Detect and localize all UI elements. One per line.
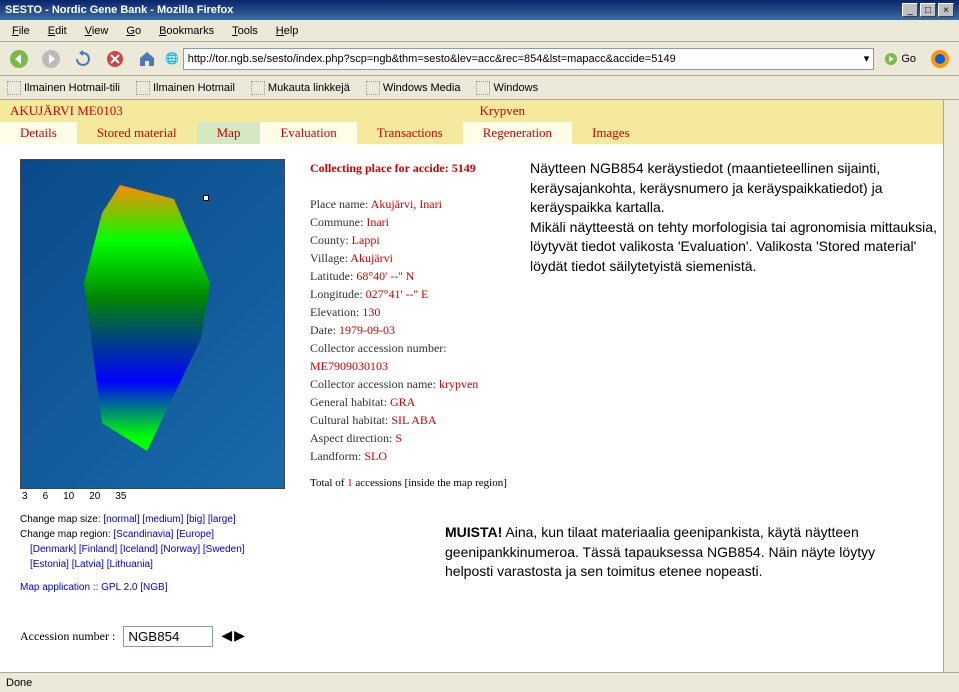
prev-arrow-icon[interactable]: ◀ [221, 628, 232, 645]
map-marker [203, 195, 209, 201]
map-region-shape [66, 185, 246, 465]
bookmark-windows-media[interactable]: Windows Media [364, 80, 463, 96]
tab-transactions[interactable]: Transactions [357, 122, 463, 144]
map-size-big[interactable]: [big] [186, 514, 205, 525]
window-controls: _ □ × [902, 3, 954, 17]
reload-button[interactable] [69, 46, 97, 72]
bookmark-hotmail[interactable]: Ilmainen Hotmail [134, 80, 237, 96]
map-size-large[interactable]: [large] [208, 514, 236, 525]
annotation-text: Näytteen NGB854 keräystiedot (maantietee… [530, 159, 939, 277]
muista-label: MUISTA! [445, 524, 502, 540]
bookmark-mukauta[interactable]: Mukauta linkkejä [249, 80, 352, 96]
bookmarks-toolbar: Ilmainen Hotmail-tili Ilmainen Hotmail M… [0, 76, 959, 100]
map-region-norway[interactable]: [Norway] [161, 544, 200, 555]
bookmark-windows[interactable]: Windows [474, 80, 540, 96]
map-region-finland[interactable]: [Finland] [79, 544, 117, 555]
next-arrow-icon[interactable]: ▶ [234, 628, 245, 645]
page-content: AKUJÄRVI ME0103 Krypven Details Stored m… [0, 100, 959, 672]
tab-bar: Details Stored material Map Evaluation T… [0, 122, 959, 144]
forward-button[interactable] [37, 46, 65, 72]
accession-label: Accession number : [20, 629, 115, 644]
menu-tools[interactable]: Tools [224, 23, 266, 39]
menu-bookmarks[interactable]: Bookmarks [151, 23, 222, 39]
bookmark-icon [251, 81, 265, 95]
map-size-medium[interactable]: [medium] [142, 514, 183, 525]
bookmark-icon [366, 81, 380, 95]
back-button[interactable] [5, 46, 33, 72]
statusbar: Done [0, 672, 959, 692]
go-button[interactable]: Go [878, 50, 922, 68]
map-controls: Change map size: [normal] [medium] [big]… [20, 512, 290, 572]
map-region-europe[interactable]: [Europe] [176, 529, 214, 540]
map-column: 3 6 10 20 35 Change map size: [normal] [… [20, 159, 290, 593]
map-region-estonia[interactable]: [Estonia] [30, 559, 69, 570]
map-image[interactable] [20, 159, 285, 489]
menu-view[interactable]: View [77, 23, 117, 39]
url-input[interactable]: http://tor.ngb.se/sesto/index.php?scp=ng… [183, 48, 875, 70]
map-scale: 3 6 10 20 35 [20, 489, 290, 504]
accession-id: AKUJÄRVI ME0103 [10, 103, 480, 119]
map-app-credit[interactable]: Map application :: GPL 2.0 [NGB] [20, 582, 290, 593]
map-region-lithuania[interactable]: [Lithuania] [107, 559, 153, 570]
menu-file[interactable]: File [4, 23, 38, 39]
bookmark-hotmail-tili[interactable]: Ilmainen Hotmail-tili [5, 80, 122, 96]
map-region-scandinavia[interactable]: [Scandinavia] [113, 529, 173, 540]
accession-name: Krypven [480, 103, 950, 119]
minimize-button[interactable]: _ [902, 3, 918, 17]
menu-help[interactable]: Help [268, 23, 307, 39]
menubar: File Edit View Go Bookmarks Tools Help [0, 20, 959, 42]
home-button[interactable] [133, 46, 161, 72]
menu-go[interactable]: Go [118, 23, 149, 39]
bookmark-icon [7, 81, 21, 95]
tab-stored-material[interactable]: Stored material [77, 122, 197, 144]
map-size-normal[interactable]: [normal] [103, 514, 139, 525]
favicon: 🌐 [165, 52, 179, 65]
titlebar: SESTO - Nordic Gene Bank - Mozilla Firef… [0, 0, 959, 20]
close-button[interactable]: × [938, 3, 954, 17]
accession-number-row: Accession number : ◀ ▶ [20, 626, 245, 647]
total-accessions: Total of 1 accessions [inside the map re… [310, 475, 510, 492]
reminder-note: MUISTA! Aina, kun tilaat materiaalia gee… [445, 523, 925, 582]
stop-button[interactable] [101, 46, 129, 72]
menu-edit[interactable]: Edit [40, 23, 75, 39]
map-region-sweden[interactable]: [Sweden] [203, 544, 245, 555]
tab-regeneration[interactable]: Regeneration [463, 122, 572, 144]
tab-details[interactable]: Details [0, 122, 77, 144]
map-region-iceland[interactable]: [Iceland] [120, 544, 158, 555]
map-region-denmark[interactable]: [Denmark] [30, 544, 76, 555]
tab-images[interactable]: Images [572, 122, 650, 144]
vertical-scrollbar[interactable] [943, 100, 959, 672]
tab-map[interactable]: Map [197, 122, 261, 144]
tab-evaluation[interactable]: Evaluation [260, 122, 356, 144]
bookmark-icon [476, 81, 490, 95]
page-header: AKUJÄRVI ME0103 Krypven [0, 100, 959, 122]
bookmark-icon [136, 81, 150, 95]
status-text: Done [6, 677, 32, 689]
navigation-arrows: ◀ ▶ [221, 628, 245, 645]
window-title: SESTO - Nordic Gene Bank - Mozilla Firef… [5, 4, 233, 16]
maximize-button[interactable]: □ [920, 3, 936, 17]
nav-toolbar: 🌐 http://tor.ngb.se/sesto/index.php?scp=… [0, 42, 959, 76]
map-region-latvia[interactable]: [Latvia] [72, 559, 104, 570]
accession-input[interactable] [123, 626, 213, 647]
address-bar: 🌐 http://tor.ngb.se/sesto/index.php?scp=… [165, 48, 874, 70]
firefox-logo [926, 46, 954, 72]
collecting-heading: Collecting place for accide: 5149 [310, 159, 510, 177]
